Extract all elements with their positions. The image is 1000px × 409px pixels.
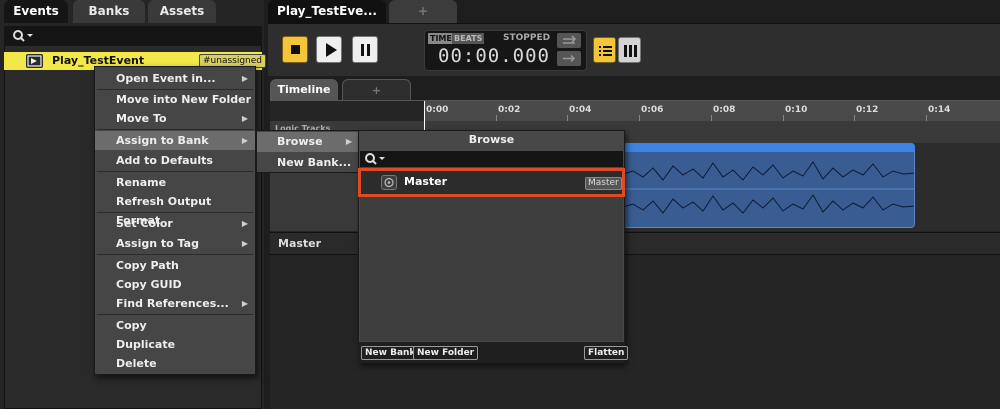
browse-title: Browse <box>468 133 515 146</box>
add-tab-button[interactable]: + <box>389 0 457 23</box>
menu-item-copy-guid[interactable]: Copy GUID <box>95 275 255 294</box>
ruler-tick: 0:02 <box>498 105 521 115</box>
submenu-arrow-icon: ▶ <box>241 239 248 248</box>
time-mode-toggle[interactable]: TIME BEATS <box>428 33 485 44</box>
audio-region[interactable] <box>622 143 915 228</box>
play-button[interactable] <box>316 36 342 63</box>
submenu-item-browse[interactable]: Browse ▶ <box>257 132 358 152</box>
menu-separator <box>97 212 253 213</box>
playback-state: STOPPED <box>503 33 551 43</box>
time-readout: 00:00.000 <box>438 45 550 67</box>
new-folder-button[interactable]: New Folder <box>413 346 479 360</box>
add-parameter-tab-button[interactable]: + <box>342 79 411 101</box>
menu-item-refresh-output-format[interactable]: Refresh Output Format <box>95 192 255 227</box>
menu-item-label: Set Color <box>116 217 173 230</box>
menu-item-copy-path[interactable]: Copy Path <box>95 256 255 275</box>
bank-icon <box>381 175 397 190</box>
submenu-arrow-icon: ▶ <box>241 114 248 123</box>
search-input[interactable] <box>4 26 262 46</box>
assign-to-bank-submenu: Browse ▶ New Bank... <box>256 130 359 173</box>
master-track-label: Master <box>278 237 322 250</box>
submenu-item-new-bank[interactable]: New Bank... <box>257 153 358 173</box>
menu-item-label: Assign to Bank <box>116 134 209 147</box>
search-icon[interactable] <box>12 29 34 43</box>
menu-item-open-event-in[interactable]: Open Event in... ▶ <box>95 69 255 88</box>
submenu-item-label: Browse <box>277 135 323 148</box>
follow-playhead-icon[interactable] <box>557 51 581 66</box>
loop-icon[interactable] <box>557 33 581 48</box>
menu-separator <box>97 254 253 255</box>
menu-item-label: Open Event in... <box>116 72 216 85</box>
submenu-arrow-icon: ▶ <box>241 136 248 145</box>
tab-assets[interactable]: Assets <box>148 0 216 23</box>
list-view-icon[interactable] <box>593 37 616 63</box>
menu-separator <box>97 314 253 315</box>
ruler-tick: 0:06 <box>641 105 664 115</box>
submenu-arrow-icon: ▶ <box>241 299 248 308</box>
tab-banks[interactable]: Banks <box>73 0 145 23</box>
bank-type-badge: Master <box>585 177 622 190</box>
menu-separator <box>97 171 253 172</box>
menu-separator <box>97 129 253 130</box>
ruler-tick: 0:08 <box>713 105 736 115</box>
flatten-button[interactable]: Flatten <box>584 346 629 360</box>
timeline-ruler[interactable]: 0:00 0:02 0:04 0:06 0:08 0:10 0:12 0:14 <box>424 101 1000 121</box>
menu-item-copy[interactable]: Copy <box>95 316 255 335</box>
event-icon <box>26 54 43 68</box>
ruler-tick: 0:04 <box>569 105 592 115</box>
menu-item-set-color[interactable]: Set Color ▶ <box>95 214 255 233</box>
ruler-tick: 0:00 <box>426 105 449 115</box>
browse-search-input[interactable] <box>360 151 623 167</box>
menu-item-assign-to-tag[interactable]: Assign to Tag ▶ <box>95 234 255 253</box>
submenu-arrow-icon: ▶ <box>345 137 352 146</box>
ruler-tick: 0:12 <box>856 105 879 115</box>
ruler-tick: 0:10 <box>785 105 808 115</box>
menu-item-label: Assign to Tag <box>116 237 199 250</box>
bank-item-label: Master <box>404 175 448 188</box>
new-bank-button[interactable]: New Bank <box>361 346 420 360</box>
menu-item-rename[interactable]: Rename <box>95 173 255 192</box>
playhead[interactable] <box>424 101 425 131</box>
menu-item-move-into-new-folder[interactable]: Move into New Folder <box>95 90 255 109</box>
menu-item-label: Find References... <box>116 297 229 310</box>
waveform-graphic <box>623 161 914 214</box>
time-mode-time[interactable]: TIME <box>428 33 454 44</box>
menu-item-assign-to-bank[interactable]: Assign to Bank ▶ <box>95 131 255 150</box>
menu-item-find-references[interactable]: Find References... ▶ <box>95 294 255 313</box>
search-icon[interactable] <box>364 152 386 166</box>
tab-play-testevent[interactable]: Play_TestEve... <box>268 0 386 23</box>
submenu-arrow-icon: ▶ <box>241 219 248 228</box>
menu-item-label: Move To <box>116 112 167 125</box>
menu-item-delete[interactable]: Delete <box>95 354 255 373</box>
menu-item-duplicate[interactable]: Duplicate <box>95 335 255 354</box>
pause-button[interactable] <box>352 36 378 63</box>
audio-region-header[interactable] <box>622 143 915 152</box>
submenu-arrow-icon: ▶ <box>241 74 248 83</box>
tab-events[interactable]: Events <box>4 0 68 23</box>
time-mode-beats[interactable]: BEATS <box>452 33 485 44</box>
event-context-menu: Open Event in... ▶ Move into New Folder M… <box>94 66 256 375</box>
tab-timeline[interactable]: Timeline <box>270 79 338 101</box>
ruler-tick: 0:14 <box>928 105 951 115</box>
menu-item-add-to-defaults[interactable]: Add to Defaults <box>95 151 255 170</box>
deck-view-icon[interactable] <box>618 37 641 63</box>
menu-item-move-to[interactable]: Move To ▶ <box>95 109 255 128</box>
stop-button[interactable] <box>282 36 308 63</box>
